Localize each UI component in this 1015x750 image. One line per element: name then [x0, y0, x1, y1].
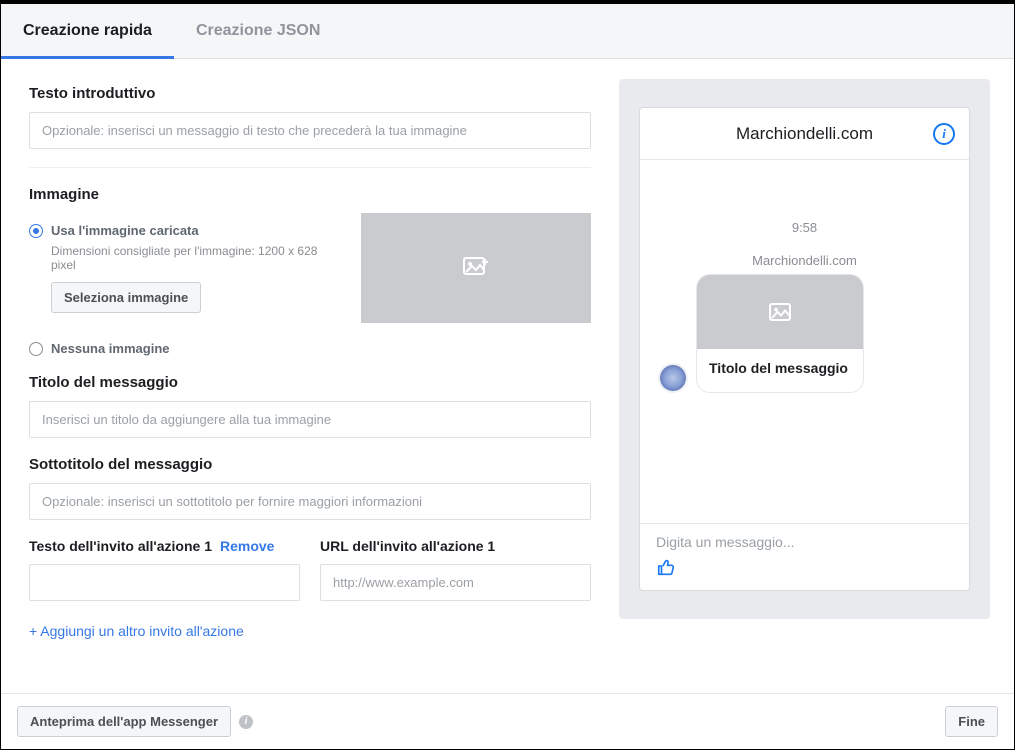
info-icon: i — [239, 715, 253, 729]
message-title-label: Titolo del messaggio — [29, 374, 591, 391]
preview-panel: Marchiondelli.com i 9:58 Marchiondelli.c… — [619, 59, 1014, 693]
message-title-input[interactable] — [29, 401, 591, 438]
image-size-hint: Dimensioni consigliate per l'immagine: 1… — [51, 244, 331, 272]
image-add-icon — [463, 257, 489, 279]
add-cta-link[interactable]: + Aggiungi un altro invito all'azione — [29, 623, 591, 639]
footer-bar: Anteprima dell'app Messenger i Fine — [1, 693, 1014, 749]
radio-icon — [29, 224, 43, 238]
preview-compose-placeholder: Digita un messaggio... — [656, 534, 953, 550]
like-icon — [656, 556, 953, 578]
intro-text-input[interactable] — [29, 112, 591, 149]
intro-text-label: Testo introduttivo — [29, 85, 591, 102]
tab-bar: Creazione rapida Creazione JSON — [1, 4, 1014, 59]
image-icon — [769, 303, 791, 321]
form-panel: Testo introduttivo Immagine Usa l'immagi… — [1, 59, 619, 693]
cta-url-input[interactable] — [320, 564, 591, 601]
image-upload-placeholder[interactable] — [361, 213, 591, 323]
radio-label: Nessuna immagine — [51, 341, 170, 356]
message-subtitle-input[interactable] — [29, 483, 591, 520]
radio-icon — [29, 342, 43, 356]
message-subtitle-label: Sottotitolo del messaggio — [29, 456, 591, 473]
preview-page-name: Marchiondelli.com — [736, 124, 873, 144]
tab-quick-creation[interactable]: Creazione rapida — [1, 4, 174, 59]
cta-text-label: Testo dell'invito all'azione 1 Remove — [29, 538, 300, 554]
cta-url-label: URL dell'invito all'azione 1 — [320, 538, 591, 554]
avatar — [658, 363, 688, 393]
preview-timestamp: 9:58 — [658, 220, 951, 235]
select-image-button[interactable]: Seleziona immagine — [51, 282, 201, 313]
image-section-label: Immagine — [29, 186, 591, 203]
done-button[interactable]: Fine — [945, 706, 998, 737]
divider — [29, 167, 591, 168]
radio-no-image[interactable]: Nessuna immagine — [29, 341, 331, 356]
preview-message-card: Titolo del messaggio — [696, 274, 864, 393]
messenger-preview-button[interactable]: Anteprima dell'app Messenger — [17, 706, 231, 737]
cta-text-input[interactable] — [29, 564, 300, 601]
info-icon: i — [933, 123, 955, 145]
preview-card-image — [697, 275, 863, 349]
radio-use-uploaded-image[interactable]: Usa l'immagine caricata — [29, 223, 331, 238]
tab-json-creation[interactable]: Creazione JSON — [174, 4, 342, 58]
radio-label: Usa l'immagine caricata — [51, 223, 199, 238]
preview-sender-name: Marchiondelli.com — [658, 253, 951, 268]
cta-remove-link[interactable]: Remove — [220, 538, 274, 554]
preview-header: Marchiondelli.com i — [640, 108, 969, 160]
preview-card-title: Titolo del messaggio — [697, 349, 863, 392]
